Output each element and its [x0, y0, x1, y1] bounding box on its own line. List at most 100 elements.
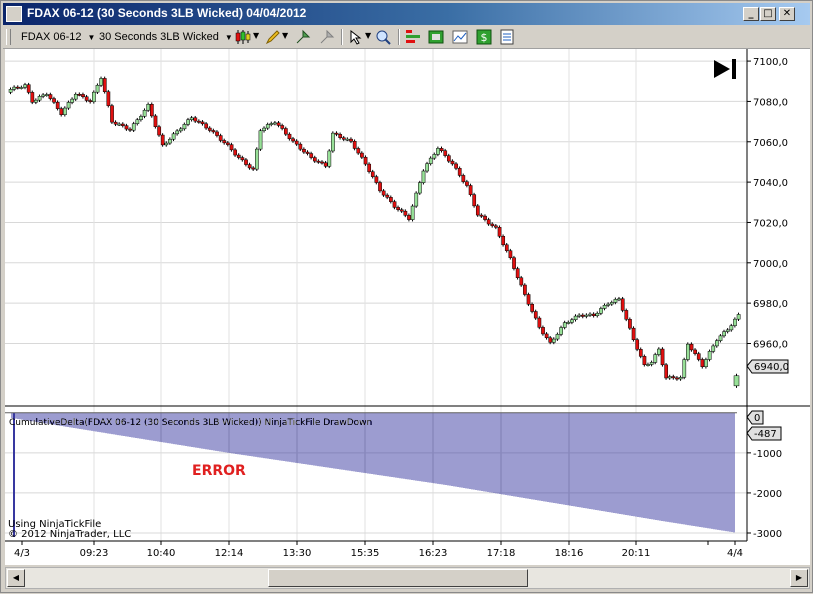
- bull-candle: [171, 133, 176, 140]
- bull-candle: [414, 192, 419, 207]
- price-tick-label: 7000,0: [753, 259, 788, 270]
- bear-candle: [494, 225, 498, 228]
- bear-candle: [222, 140, 227, 144]
- bear-candle: [403, 210, 408, 216]
- bull-candle: [682, 359, 687, 378]
- bull-candle: [44, 94, 49, 96]
- bull-candle: [175, 130, 180, 135]
- bear-candle: [229, 144, 234, 151]
- bear-candle: [501, 236, 506, 246]
- bear-candle: [396, 207, 400, 210]
- bear-candle: [240, 157, 245, 161]
- price-tick-label: 7040,0: [753, 178, 788, 189]
- bear-candle: [204, 123, 209, 129]
- last-price-label: 6940,0: [754, 362, 789, 373]
- bull-candle: [733, 318, 737, 326]
- bull-candle: [421, 170, 426, 183]
- bear-candle: [675, 377, 679, 380]
- bull-candle: [715, 340, 719, 347]
- price-tick-label: 7100,0: [753, 57, 788, 68]
- bull-candle: [573, 315, 578, 320]
- bear-candle: [378, 182, 382, 192]
- error-text: ERROR: [192, 463, 246, 479]
- bear-candle: [700, 359, 705, 368]
- bull-candle: [99, 78, 103, 86]
- bear-candle: [48, 94, 53, 99]
- bear-candle: [360, 152, 364, 158]
- indicator-label: CumulativeDelta(FDAX 06-12 (30 Seconds 3…: [9, 418, 373, 428]
- bear-candle: [305, 151, 310, 154]
- bear-candle: [642, 356, 647, 365]
- bull-candle: [613, 299, 618, 303]
- delta-value-label: -487: [754, 429, 777, 440]
- bull-candle: [70, 98, 75, 103]
- bear-candle: [226, 142, 230, 145]
- bear-candle: [468, 185, 473, 195]
- bear-candle: [533, 311, 538, 319]
- bear-candle: [84, 96, 89, 101]
- bear-candle: [157, 126, 161, 136]
- scroll-right-button[interactable]: ▶: [790, 569, 808, 587]
- bear-candle: [316, 160, 321, 163]
- bull-candle: [606, 303, 611, 306]
- bear-candle: [504, 244, 509, 251]
- bull-candle: [570, 319, 574, 323]
- bear-candle: [218, 135, 223, 141]
- bull-candle: [686, 343, 690, 360]
- bull-candle: [657, 348, 661, 355]
- bear-candle: [110, 105, 114, 123]
- bull-candle: [139, 116, 143, 121]
- price-tick-label: 6980,0: [753, 299, 788, 310]
- bear-candle: [320, 161, 324, 164]
- bear-candle: [530, 304, 535, 312]
- horizontal-scrollbar[interactable]: ◀ ▶: [5, 567, 810, 589]
- bull-candle: [410, 205, 415, 220]
- bull-candle: [722, 331, 726, 337]
- bull-candle: [428, 157, 433, 164]
- bear-candle: [548, 337, 553, 343]
- bear-candle: [207, 127, 212, 131]
- time-tick-label: 09:23: [80, 548, 109, 559]
- bear-candle: [443, 150, 448, 156]
- bear-candle: [515, 268, 520, 279]
- bull-candle: [146, 104, 151, 111]
- bear-candle: [526, 294, 531, 305]
- bear-candle: [461, 175, 466, 182]
- bull-candle: [736, 314, 741, 320]
- bear-candle: [544, 333, 549, 339]
- bear-candle: [341, 137, 346, 140]
- bear-candle: [367, 163, 372, 172]
- price-tick-label: 7060,0: [753, 138, 788, 149]
- bear-candle: [356, 148, 361, 154]
- bear-candle: [537, 317, 542, 328]
- bear-candle: [479, 214, 484, 217]
- bear-candle: [280, 125, 285, 129]
- bull-candle: [178, 128, 183, 132]
- bear-candle: [693, 349, 697, 354]
- bull-candle: [255, 148, 259, 170]
- bull-candle: [66, 102, 71, 109]
- bull-candle: [711, 345, 716, 352]
- bear-candle: [233, 149, 238, 156]
- bear-candle: [523, 284, 527, 295]
- bull-candle: [678, 377, 683, 380]
- bear-candle: [541, 327, 545, 335]
- bull-candle: [704, 359, 708, 368]
- bull-candle: [559, 327, 563, 335]
- time-tick-label: 12:14: [215, 548, 244, 559]
- bear-candle: [635, 339, 640, 350]
- scroll-thumb[interactable]: [268, 569, 528, 587]
- bull-candle: [117, 123, 122, 126]
- scroll-left-button[interactable]: ◀: [7, 569, 25, 587]
- bull-candle: [168, 138, 172, 144]
- bear-candle: [52, 98, 56, 103]
- bear-candle: [200, 121, 205, 125]
- bull-candle: [63, 107, 67, 115]
- bear-candle: [160, 134, 165, 146]
- bear-candle: [59, 108, 64, 115]
- bull-candle: [131, 123, 136, 131]
- bull-candle: [135, 119, 140, 124]
- bear-candle: [211, 130, 216, 133]
- bear-candle: [338, 134, 343, 139]
- bear-candle: [236, 154, 241, 158]
